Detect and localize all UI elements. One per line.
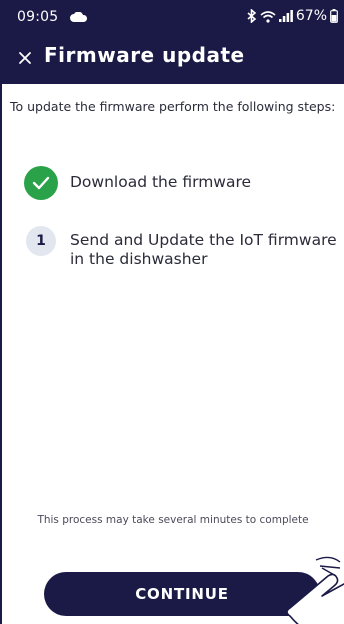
content-panel: To update the firmware perform the follo… (2, 84, 344, 624)
step-number-badge: 1 (24, 224, 58, 258)
battery-percent: 67% (295, 8, 327, 24)
intro-text: To update the firmware perform the follo… (10, 99, 336, 114)
cloud-icon (70, 12, 87, 22)
status-time: 09:05 (17, 9, 59, 25)
duration-note: This process may take several minutes to… (37, 514, 309, 526)
battery-icon (330, 9, 338, 23)
step-label: Send and Update the IoT firmware in the … (70, 231, 337, 268)
check-icon (32, 176, 50, 190)
wifi-icon (260, 10, 276, 23)
continue-button[interactable]: CONTINUE (44, 572, 320, 616)
signal-icon (278, 10, 293, 22)
status-icons: 67% (247, 8, 338, 24)
app-bar: Firmware update (0, 34, 344, 84)
bluetooth-icon (247, 9, 257, 23)
status-bar: 09:05 67% (0, 0, 344, 34)
step-status-done (24, 166, 58, 200)
close-icon[interactable] (14, 47, 36, 69)
app-frame: 09:05 67% Firmware update To update the … (0, 0, 344, 624)
check-circle (24, 166, 58, 200)
page-title: Firmware update (44, 43, 245, 67)
step-label: Download the firmware (70, 173, 252, 191)
pointing-hand-icon (286, 556, 344, 624)
step-number: 1 (26, 226, 56, 256)
